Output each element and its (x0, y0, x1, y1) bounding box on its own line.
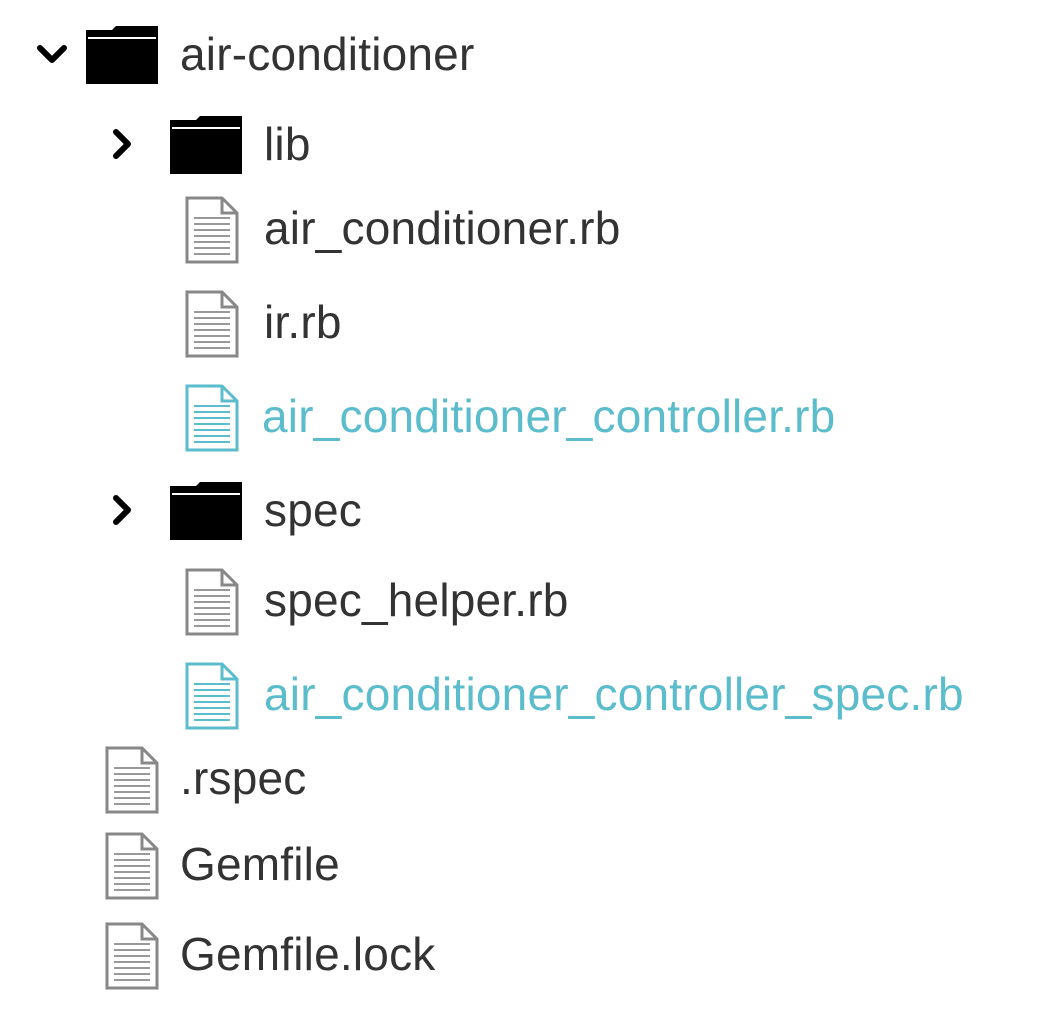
file-icon (184, 568, 240, 636)
tree-file-air-conditioner-controller-spec-rb[interactable]: air_conditioner_controller_spec.rb (0, 654, 1046, 734)
tree-file-spec-helper-rb[interactable]: spec_helper.rb (0, 560, 1046, 640)
tree-file-gemfile[interactable]: Gemfile (0, 824, 1046, 904)
folder-icon (86, 26, 158, 84)
folder-icon (170, 482, 242, 540)
chevron-right-icon[interactable] (104, 492, 140, 528)
tree-item-label: spec (264, 484, 362, 536)
file-icon (184, 290, 240, 358)
file-icon (184, 384, 240, 452)
tree-folder-spec[interactable]: spec (0, 470, 1046, 550)
tree-item-label: air_conditioner_controller.rb (262, 390, 836, 442)
tree-item-label: Gemfile (180, 838, 340, 890)
tree-folder-air-conditioner[interactable]: air-conditioner (0, 14, 1046, 94)
file-icon (104, 832, 160, 900)
tree-item-label: air_conditioner.rb (264, 202, 621, 254)
chevron-right-icon[interactable] (104, 126, 140, 162)
file-icon (104, 746, 160, 814)
tree-item-label: lib (264, 118, 311, 170)
folder-icon (170, 116, 242, 174)
file-icon (104, 922, 160, 990)
tree-file-rspec[interactable]: .rspec (0, 738, 1046, 818)
tree-item-label: Gemfile.lock (180, 928, 436, 980)
tree-item-label: .rspec (180, 752, 307, 804)
tree-item-label: air-conditioner (180, 28, 475, 80)
file-icon (184, 196, 240, 264)
tree-file-ir-rb[interactable]: ir.rb (0, 282, 1046, 362)
tree-file-air-conditioner-rb[interactable]: air_conditioner.rb (0, 188, 1046, 268)
chevron-down-icon[interactable] (34, 36, 70, 72)
tree-folder-lib[interactable]: lib (0, 104, 1046, 184)
file-icon (184, 662, 240, 730)
tree-item-label: spec_helper.rb (264, 574, 569, 626)
tree-file-air-conditioner-controller-rb[interactable]: air_conditioner_controller.rb (0, 376, 1046, 456)
tree-item-label: air_conditioner_controller_spec.rb (264, 668, 964, 720)
tree-file-gemfile-lock[interactable]: Gemfile.lock (0, 914, 1046, 994)
tree-item-label: ir.rb (264, 296, 342, 348)
